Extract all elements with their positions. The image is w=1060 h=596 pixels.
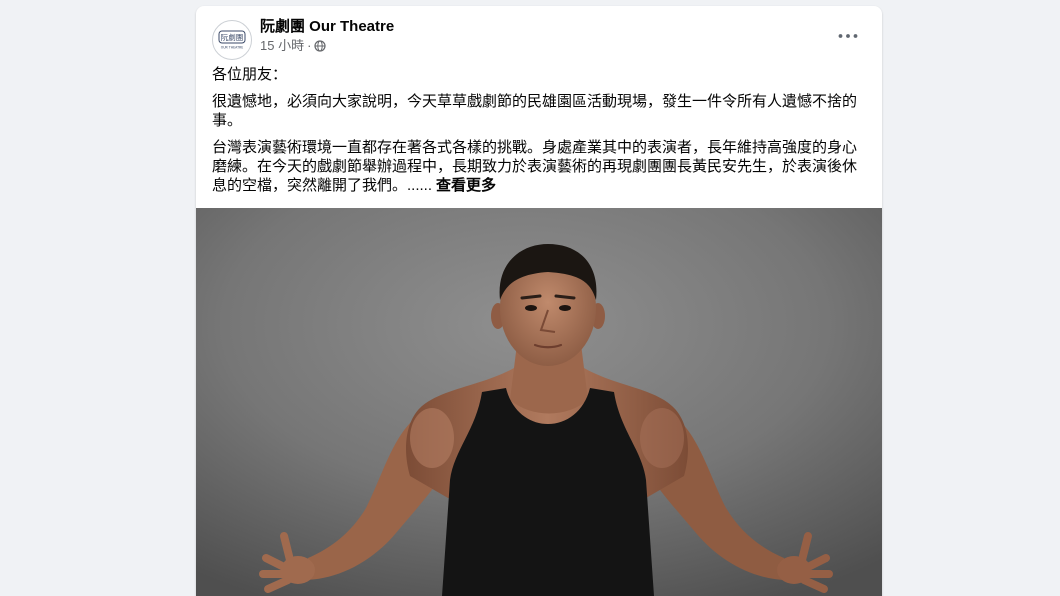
post-paragraph: 很遺憾地，必須向大家說明，今天草草戲劇節的民雄園區活動現場，發生一件令所有人遺憾… bbox=[212, 93, 858, 129]
post-photo[interactable] bbox=[196, 208, 882, 596]
subject-left-brow bbox=[520, 294, 542, 300]
theatre-logo-icon: 阮劇團 OUR THEATRE bbox=[212, 20, 252, 60]
author-avatar[interactable]: 阮劇團 OUR THEATRE bbox=[212, 20, 252, 60]
post-timestamp[interactable]: 15 小時 bbox=[260, 38, 304, 54]
logo-text: 阮劇團 bbox=[221, 32, 244, 42]
subject-right-deltoid bbox=[640, 408, 684, 468]
subject-left-palm bbox=[281, 556, 315, 584]
see-more-link[interactable]: 查看更多 bbox=[436, 177, 496, 194]
more-options-button[interactable] bbox=[830, 18, 866, 54]
more-options-icon bbox=[838, 34, 858, 38]
meta-separator: · bbox=[307, 38, 312, 53]
logo-subtext: OUR THEATRE bbox=[221, 46, 244, 50]
globe-icon-graphic bbox=[314, 40, 327, 52]
author-name-link[interactable]: 阮劇團 Our Theatre bbox=[260, 17, 394, 36]
subject-right-eye bbox=[559, 305, 571, 311]
photo-image bbox=[196, 208, 882, 596]
subject-right-brow bbox=[554, 294, 576, 300]
subject-left-deltoid bbox=[410, 408, 454, 468]
post-card: 阮劇團 OUR THEATRE 阮劇團 Our Theatre 15 小時 · … bbox=[196, 6, 882, 596]
post-meta: 15 小時 · bbox=[260, 38, 327, 54]
subject-right-palm bbox=[777, 556, 811, 584]
post-paragraph-truncated: 台灣表演藝術環境一直都存在著各式各樣的挑戰。身處產業其中的表演者，長年維持高強度… bbox=[212, 138, 866, 195]
post-paragraph-greeting: 各位朋友： bbox=[212, 66, 288, 83]
post-paragraph-text: 台灣表演藝術環境一直都存在著各式各樣的挑戰。身處產業其中的表演者，長年維持高強度… bbox=[212, 139, 858, 194]
globe-icon[interactable] bbox=[314, 40, 327, 52]
subject-left-eye bbox=[525, 305, 537, 311]
post-text: 各位朋友： 很遺憾地，必須向大家說明，今天草草戲劇節的民雄園區活動現場，發生一件… bbox=[212, 65, 866, 203]
